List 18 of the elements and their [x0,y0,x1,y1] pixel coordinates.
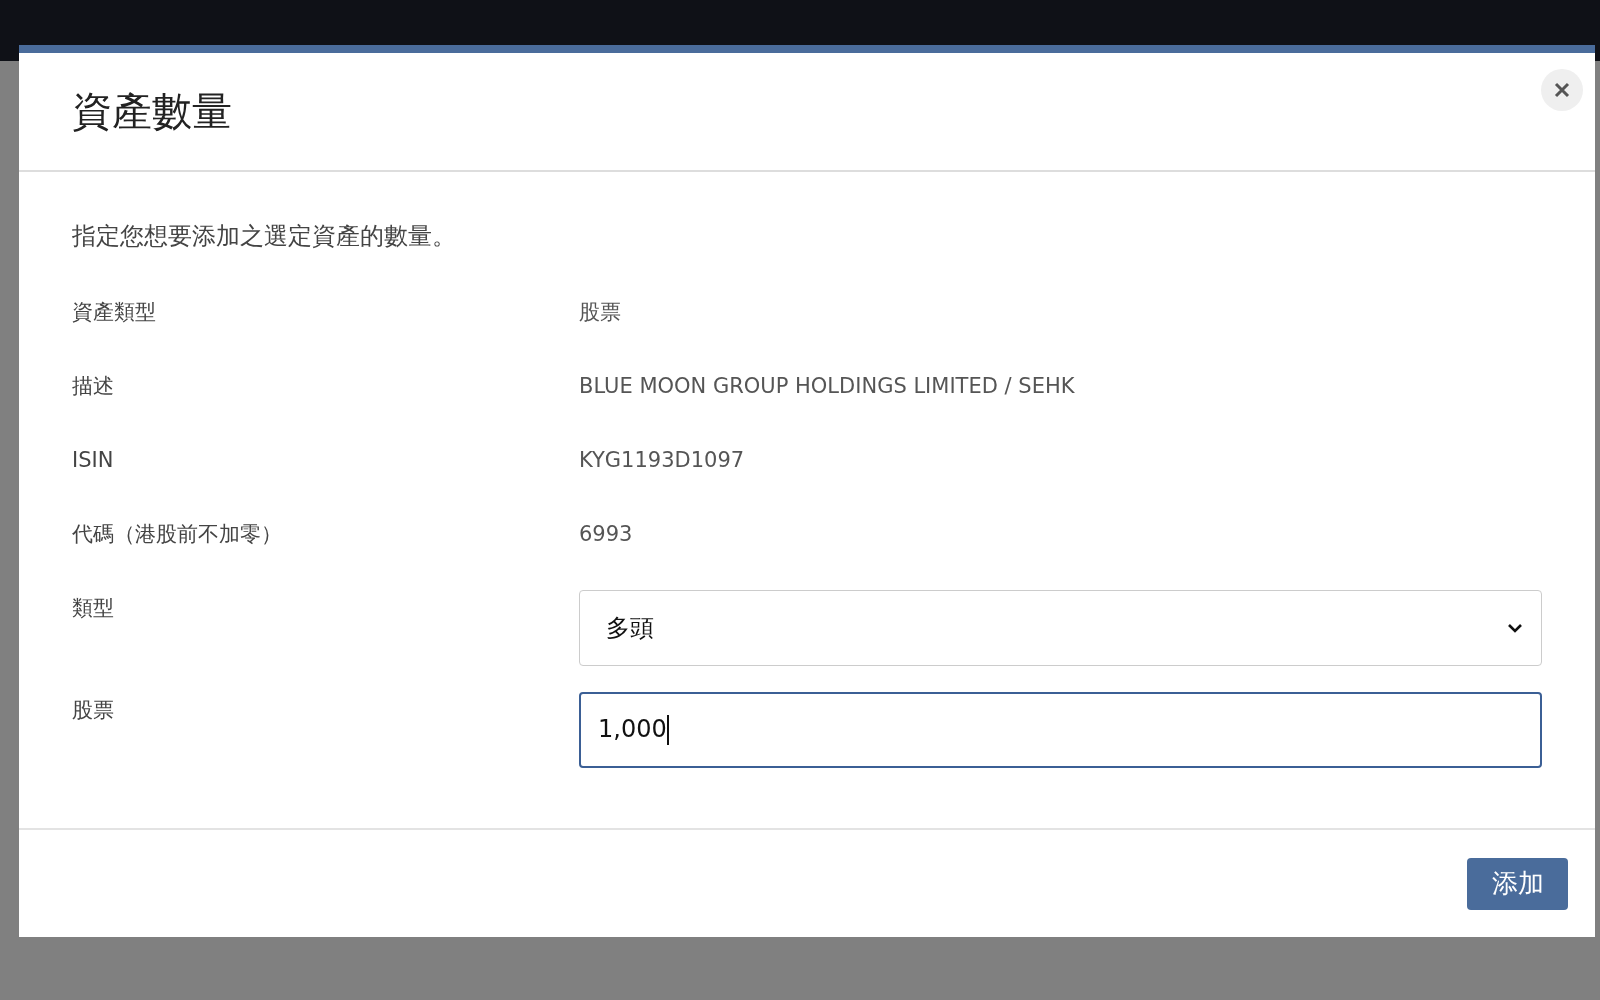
field-label: 類型 [72,595,115,622]
dialog-description: 指定您想要添加之選定資產的數量。 [72,221,457,252]
field-value: KYG1193D1097 [579,447,745,474]
field-label: 股票 [72,697,115,724]
field-value: 6993 [579,521,633,548]
field-label: 描述 [72,373,115,400]
field-value: BLUE MOON GROUP HOLDINGS LIMITED / SEHK [579,373,1075,400]
field-label: 資產類型 [72,299,157,326]
close-icon [1554,82,1570,98]
quantity-input[interactable]: 1,000 [579,692,1542,768]
add-button[interactable]: 添加 [1467,857,1568,910]
type-select[interactable]: 多頭 [579,590,1542,666]
field-label: ISIN [72,447,115,474]
chevron-down-icon [1507,623,1523,633]
field-value: 股票 [579,299,621,326]
dialog-title: 資產數量 [72,87,232,136]
close-button[interactable] [1541,69,1583,111]
field-label: 代碼（港股前不加零） [72,521,283,548]
